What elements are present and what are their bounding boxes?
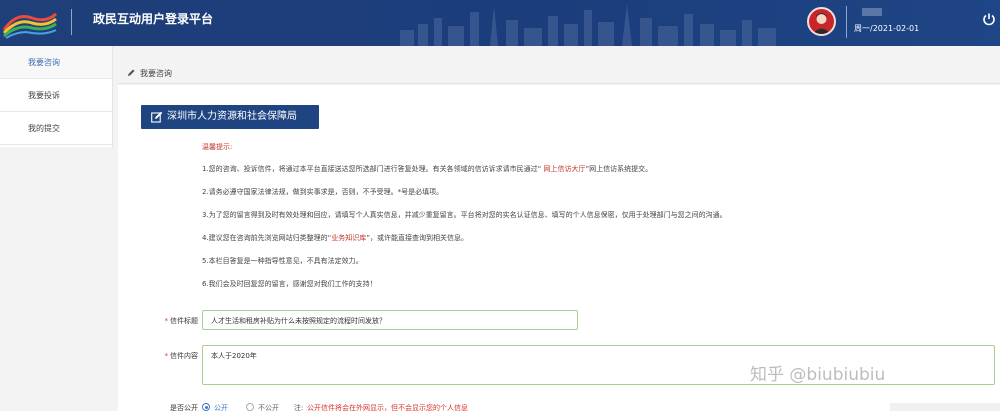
sidebar-item-consult[interactable]: 我要咨询 [0, 46, 112, 79]
tip-4: 4.建议您在咨询前先浏览网站归类整理的“业务知识库”，或许能直接查询到相关信息。 [202, 233, 992, 243]
subject-label-text: 信件标题 [170, 317, 198, 325]
tip-5: 5.本栏目答复是一种指导性意见，不具有法定效力。 [202, 257, 363, 265]
app-title: 政民互动用户登录平台 [93, 12, 214, 26]
breadcrumb-label: 我要咨询 [140, 69, 172, 78]
tip-6: 6.我们会及时回复您的留言，感谢您对我们工作的支持！ [202, 280, 377, 288]
top-header: 政民互动用户登录平台 周一/2021-02-01 [0, 0, 1000, 46]
date-display: 周一/2021-02-01 [854, 24, 920, 33]
power-icon[interactable] [982, 12, 996, 26]
platform-logo [2, 12, 58, 39]
edit-icon [151, 111, 163, 123]
city-skyline-decoration [400, 4, 776, 46]
zhihu-watermark: 知乎 @biubiubiu [750, 365, 886, 385]
public-label: 是否公开 [170, 404, 198, 411]
public-no-radio[interactable] [246, 403, 254, 411]
tip-2: 2.请务必遵守国家法律法规，做到实事求是，否则，不予受理。*号是必填项。 [202, 188, 444, 196]
knowledge-base-link[interactable]: 业务知识库 [331, 234, 366, 242]
header-divider [71, 9, 72, 35]
tip-4-text-end: ”，或许能直接查询到相关信息。 [366, 234, 468, 242]
user-avatar-icon [813, 13, 830, 34]
sidebar: 我要咨询 我要投诉 我的提交 [0, 46, 113, 147]
tip-1: 1.您的咨询、投诉信件，将通过本平台直接送达您所选部门进行答复处理。有关各领域的… [202, 164, 992, 174]
tips-block: 温馨提示: 1.您的咨询、投诉信件，将通过本平台直接送达您所选部门进行答复处理。… [202, 142, 992, 302]
tip-1-text: 1.您的咨询、投诉信件，将通过本平台直接送达您所选部门进行答复处理。有关各领域的… [202, 165, 542, 173]
user-name-redacted [862, 8, 882, 16]
required-mark: * [164, 352, 169, 360]
subject-label: * 信件标题 [158, 316, 199, 326]
public-note: 公开信件将会在外网显示，但不会显示您的个人信息 [307, 404, 468, 411]
required-mark: * [164, 317, 169, 325]
sidebar-item-my-submissions[interactable]: 我的提交 [0, 112, 112, 145]
public-note-prefix: 注: [294, 404, 304, 411]
content-label-text: 信件内容 [170, 352, 198, 360]
sidebar-item-complaint[interactable]: 我要投诉 [0, 79, 112, 112]
department-button[interactable]: 深圳市人力资源和社会保障局 [141, 105, 319, 129]
subject-input[interactable]: 人才生活和租房补贴为什么未按照规定的流程时间发放？ [202, 310, 578, 330]
public-yes-radio[interactable] [202, 403, 210, 411]
user-avatar[interactable] [807, 7, 836, 36]
tip-3: 3.为了您的留言得到及时有效处理和回应，请填写个人真实信息，并减少重复留言。平台… [202, 211, 727, 219]
public-no-label: 不公开 [258, 404, 279, 411]
public-yes-label: 公开 [214, 404, 228, 411]
pencil-icon [128, 69, 135, 76]
tip-4-text: 4.建议您在咨询前先浏览网站归类整理的“ [202, 234, 332, 242]
user-divider [846, 6, 847, 38]
corner-decoration [890, 403, 1000, 411]
department-button-label: 深圳市人力资源和社会保障局 [167, 111, 297, 122]
tip-1-text-end: ”网上信访系统提交。 [585, 165, 653, 173]
breadcrumb: 我要咨询 [118, 62, 1000, 84]
online-petition-hall-link[interactable]: 网上信访大厅 [541, 165, 586, 173]
content-label: * 信件内容 [158, 351, 199, 361]
tips-title: 温馨提示: [202, 143, 233, 151]
